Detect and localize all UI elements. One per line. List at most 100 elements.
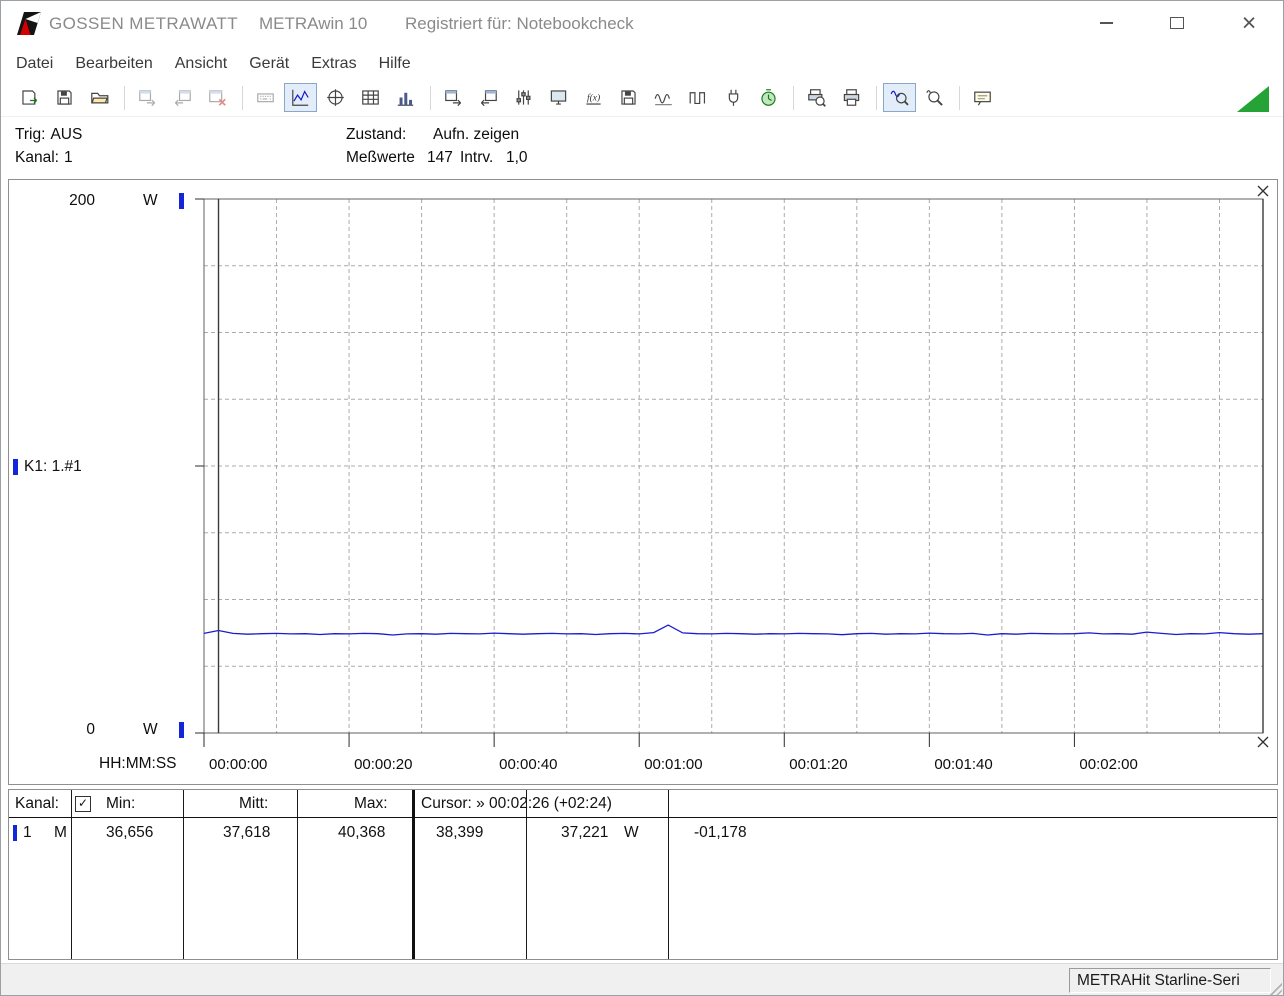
- menu-item-extras[interactable]: Extras: [300, 51, 367, 77]
- table-divider-thick: [412, 790, 415, 959]
- sliders-icon: [516, 90, 531, 105]
- window-export-button[interactable]: [131, 83, 164, 112]
- tableIcon-icon: [362, 90, 379, 105]
- winArrowL-icon: [174, 90, 191, 107]
- intrv-label: Intrv.: [460, 149, 494, 166]
- table-view-button[interactable]: [354, 83, 387, 112]
- table-divider: [668, 790, 669, 959]
- device-monitor-button[interactable]: [542, 83, 575, 112]
- print-preview-button[interactable]: [800, 83, 833, 112]
- file-import-button[interactable]: [13, 83, 46, 112]
- winX-icon: [209, 90, 226, 106]
- channel-label: K1: 1.#1: [24, 458, 82, 475]
- zoomWave-icon: [890, 90, 909, 106]
- x-tick-label: 00:00:40: [499, 756, 557, 773]
- table-divider: [71, 790, 72, 959]
- x-tick-label: 00:00:20: [354, 756, 412, 773]
- scope-view-button[interactable]: [319, 83, 352, 112]
- x-tick-label: 00:00:00: [209, 756, 267, 773]
- printer-icon: [843, 89, 860, 106]
- trig-value: AUS: [50, 126, 83, 143]
- menu-item-geraet[interactable]: Gerät: [238, 51, 300, 77]
- formula-button[interactable]: f(x): [577, 83, 610, 112]
- messwerte-value: 147: [427, 149, 453, 166]
- intrv-value: 1,0: [506, 149, 528, 166]
- signal-small-button[interactable]: [647, 83, 680, 112]
- registered-for-label: Registriert für: Notebookcheck: [405, 14, 634, 33]
- folder-icon: [91, 92, 109, 104]
- brand-title: GOSSEN METRAWATT: [49, 14, 238, 33]
- device-send-button[interactable]: [437, 83, 470, 112]
- line-chart-view-button[interactable]: [284, 83, 317, 112]
- keyboard-icon: [257, 93, 274, 103]
- y-axis-top-marker: [179, 193, 184, 209]
- table-header-divider: [9, 817, 1277, 818]
- table-divider: [183, 790, 184, 959]
- menu-item-datei[interactable]: Datei: [5, 51, 64, 77]
- channel-visible-checkbox[interactable]: ✓: [75, 796, 91, 812]
- maximize-icon: [1170, 17, 1184, 29]
- y-axis-unit-top: W: [143, 192, 158, 209]
- print-button[interactable]: [835, 83, 868, 112]
- zustand-label: Zustand:: [346, 126, 407, 143]
- y-axis-unit-bottom: W: [143, 721, 158, 738]
- power-log-button[interactable]: [717, 83, 750, 112]
- close-button[interactable]: ×: [1230, 7, 1268, 39]
- monitor-icon: [550, 90, 567, 105]
- power-line-chart[interactable]: 00:00:00 00:00:20 00:00:40 00:01:00 00:01:20…: [9, 180, 1275, 784]
- x-tick-label: 00:01:40: [934, 756, 992, 773]
- zoom-out-button[interactable]: [918, 83, 951, 112]
- toolbar-separator: [430, 85, 431, 110]
- toolbar: f(x): [1, 79, 1283, 117]
- toolbar-separator: [793, 85, 794, 110]
- file-open-button[interactable]: [83, 83, 116, 112]
- toolbar-separator: [876, 85, 877, 110]
- window-close-button[interactable]: [201, 83, 234, 112]
- menu-item-hilfe[interactable]: Hilfe: [368, 51, 422, 77]
- menu-bar: Datei Bearbeiten Ansicht Gerät Extras Hi…: [1, 48, 1283, 79]
- memory-read-button[interactable]: [612, 83, 645, 112]
- svg-text:f(x): f(x): [587, 92, 600, 103]
- cell-channel: 1: [23, 824, 32, 841]
- display-view-button[interactable]: [249, 83, 282, 112]
- minimize-button[interactable]: [1087, 7, 1125, 39]
- annotation-button[interactable]: [966, 83, 999, 112]
- window-transfer-button[interactable]: [166, 83, 199, 112]
- menu-item-ansicht[interactable]: Ansicht: [164, 51, 238, 77]
- gossen-metrawatt-logo-icon: [15, 11, 42, 36]
- table-divider: [526, 790, 527, 959]
- cell-delta: -01,178: [694, 824, 747, 841]
- y-axis-max-label: 200: [69, 192, 95, 209]
- col-header-min: Min:: [106, 795, 136, 812]
- signal-large-button[interactable]: [682, 83, 715, 112]
- waveS-icon: [654, 93, 672, 106]
- cell-max: 40,368: [338, 824, 386, 841]
- app-window: GOSSEN METRAWATT METRAwin 10 Registriert…: [0, 0, 1284, 996]
- channel-color-marker: [13, 459, 18, 475]
- x-tick-label: 00:02:00: [1079, 756, 1137, 773]
- bars-icon: [397, 92, 414, 106]
- cell-mitt: 37,618: [223, 824, 271, 841]
- col-header-cursor: Cursor: » 00:02:26 (+02:24): [421, 795, 612, 812]
- waveL-icon: [689, 92, 706, 105]
- record-timer-button[interactable]: [752, 83, 785, 112]
- col-header-kanal: Kanal:: [15, 795, 59, 812]
- device-config-button[interactable]: [507, 83, 540, 112]
- device-status-box: METRAHit Starline-Seri: [1069, 968, 1271, 993]
- close-icon: ×: [1241, 8, 1257, 37]
- green-corner-triangle[interactable]: [1237, 86, 1269, 112]
- zoom-curve-button[interactable]: [883, 83, 916, 112]
- col-header-mitt: Mitt:: [239, 795, 269, 812]
- floppy-icon: [621, 90, 636, 105]
- plot-border: [203, 198, 1264, 734]
- channel-legend[interactable]: K1: 1.#1: [13, 458, 82, 476]
- maximize-button[interactable]: [1158, 7, 1196, 39]
- device-receive-button[interactable]: [472, 83, 505, 112]
- bargraph-view-button[interactable]: [389, 83, 422, 112]
- app-title: METRAwin 10: [259, 14, 368, 33]
- crosshair-icon: [327, 89, 344, 106]
- y-axis-bottom-marker: [179, 722, 184, 738]
- menu-item-bearbeiten[interactable]: Bearbeiten: [64, 51, 163, 77]
- cell-cursor-b: 37,221: [561, 824, 609, 841]
- file-save-button[interactable]: [48, 83, 81, 112]
